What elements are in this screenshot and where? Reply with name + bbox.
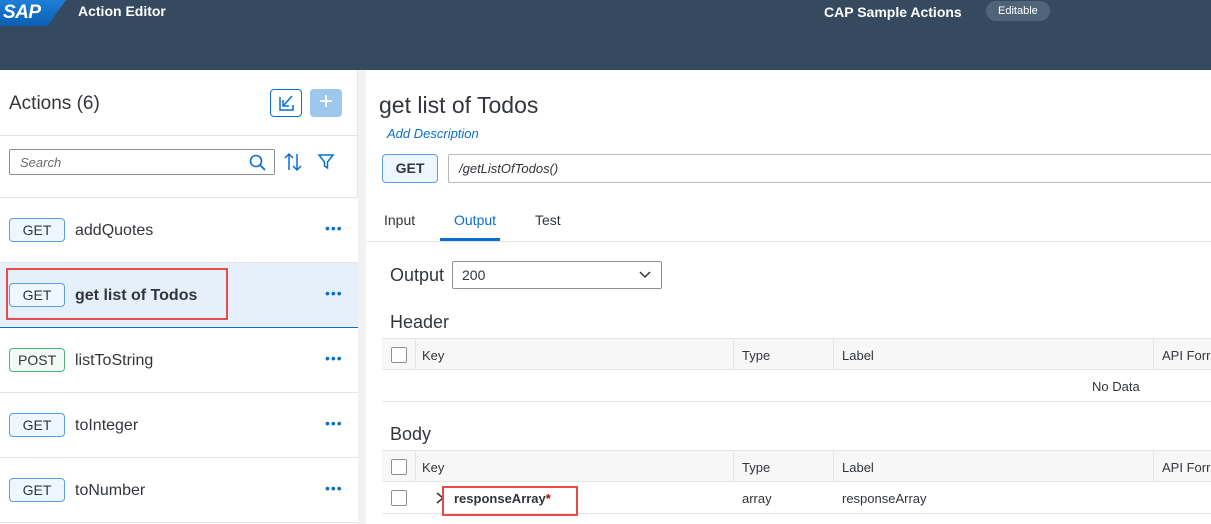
search-input[interactable] (10, 150, 240, 174)
header-table-empty-row: No Data (382, 370, 1211, 402)
method-badge: POST (9, 348, 66, 372)
method-badge: GET (9, 413, 65, 437)
more-icon[interactable]: ••• (325, 285, 343, 301)
action-label: addQuotes (75, 222, 154, 239)
shell-bar: SAP Action Editor CAP Sample Actions Edi… (0, 0, 1211, 70)
search-field[interactable] (9, 149, 275, 175)
sort-icon[interactable] (283, 151, 303, 173)
action-item-listtostring[interactable]: POST listToString ••• (0, 328, 358, 393)
method-badge: GET (9, 218, 65, 242)
tab-output[interactable]: Output (454, 212, 496, 228)
left-pane-scrollbar[interactable] (358, 70, 366, 524)
column-separator (1153, 451, 1154, 481)
no-data-text: No Data (1092, 379, 1140, 394)
more-icon[interactable]: ••• (325, 480, 343, 496)
project-name: CAP Sample Actions (824, 4, 962, 20)
column-separator (1153, 339, 1154, 369)
column-separator (833, 339, 834, 369)
output-label: Output (390, 265, 445, 285)
tab-test[interactable]: Test (535, 212, 561, 228)
tab-input[interactable]: Input (384, 212, 415, 228)
method-selector[interactable]: GET (382, 154, 438, 183)
import-icon (279, 95, 294, 111)
import-button[interactable] (270, 89, 302, 117)
action-item-addquotes[interactable]: GET addQuotes ••• (0, 198, 358, 263)
row-checkbox[interactable] (391, 490, 407, 506)
column-header-api-format: API Forr (1162, 348, 1211, 363)
plus-icon: + (318, 88, 333, 115)
select-all-checkbox[interactable] (391, 459, 407, 475)
highlight-annotation (442, 486, 578, 516)
highlight-annotation (6, 268, 228, 320)
action-title: get list of Todos (379, 92, 539, 118)
more-icon[interactable]: ••• (325, 415, 343, 431)
tab-bar: Input Output Test (366, 198, 1211, 242)
header-section-title: Header (390, 312, 450, 332)
column-separator (415, 451, 416, 481)
app-title: Action Editor (78, 3, 166, 19)
column-separator (733, 451, 734, 481)
action-item-tointeger[interactable]: GET toInteger ••• (0, 393, 358, 458)
action-item-tonumber[interactable]: GET toNumber ••• (0, 458, 358, 523)
column-header-type: Type (742, 348, 771, 363)
sap-logo[interactable]: SAP (0, 0, 66, 26)
action-label: listToString (75, 352, 154, 369)
status-badge: Editable (986, 1, 1050, 21)
column-separator (733, 339, 734, 369)
header-table-head: Key Type Label API Forr (382, 338, 1211, 370)
row-label: responseArray (842, 491, 927, 506)
select-all-checkbox[interactable] (391, 347, 407, 363)
row-type: array (742, 491, 772, 506)
add-action-button[interactable]: + (310, 89, 342, 117)
search-icon[interactable] (248, 153, 268, 173)
column-header-type: Type (742, 460, 771, 475)
action-detail-pane: get list of Todos Add Description GET /g… (366, 70, 1211, 524)
filter-icon[interactable] (317, 152, 335, 170)
path-input[interactable]: /getListOfTodos() (448, 154, 1211, 183)
more-icon[interactable]: ••• (325, 220, 343, 236)
body-table-head: Key Type Label API Forr (382, 450, 1211, 482)
body-section-title: Body (390, 424, 432, 444)
divider (0, 135, 358, 136)
output-code-value: 200 (462, 267, 486, 283)
more-icon[interactable]: ••• (325, 350, 343, 366)
column-separator (415, 339, 416, 369)
method-badge: GET (9, 478, 65, 502)
active-tab-indicator (440, 238, 500, 241)
column-header-label: Label (842, 460, 874, 475)
chevron-down-icon (639, 271, 651, 279)
column-header-key: Key (422, 348, 445, 363)
action-label: toNumber (75, 482, 146, 499)
output-code-select[interactable]: 200 (452, 261, 662, 289)
actions-title: Actions (6) (9, 93, 100, 114)
add-description-link[interactable]: Add Description (387, 126, 479, 141)
column-header-key: Key (422, 460, 445, 475)
action-label: toInteger (75, 417, 139, 434)
column-header-label: Label (842, 348, 874, 363)
column-header-api-format: API Forr (1162, 460, 1211, 475)
column-separator (833, 451, 834, 481)
